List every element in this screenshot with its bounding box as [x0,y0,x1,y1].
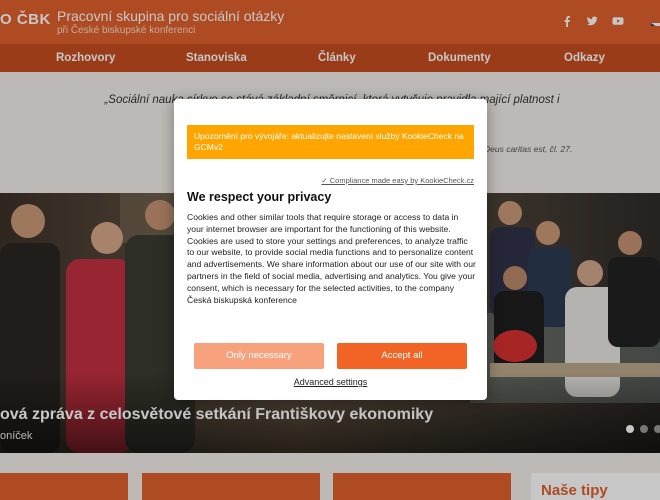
accept-all-button[interactable]: Accept all [337,343,467,369]
developer-warning: Upozornění pro vývojáře: aktualizujte na… [187,125,474,159]
cookie-consent-dialog: Upozornění pro vývojáře: aktualizujte na… [174,99,487,400]
advanced-settings-link[interactable]: Advanced settings [174,377,487,387]
only-necessary-button[interactable]: Only necessary [194,343,324,369]
compliance-link[interactable]: ✓ Compliance made easy by KookieCheck.cz [321,176,474,185]
cookie-body-text: Cookies and other similar tools that req… [187,212,476,305]
cookie-heading: We respect your privacy [187,190,332,204]
